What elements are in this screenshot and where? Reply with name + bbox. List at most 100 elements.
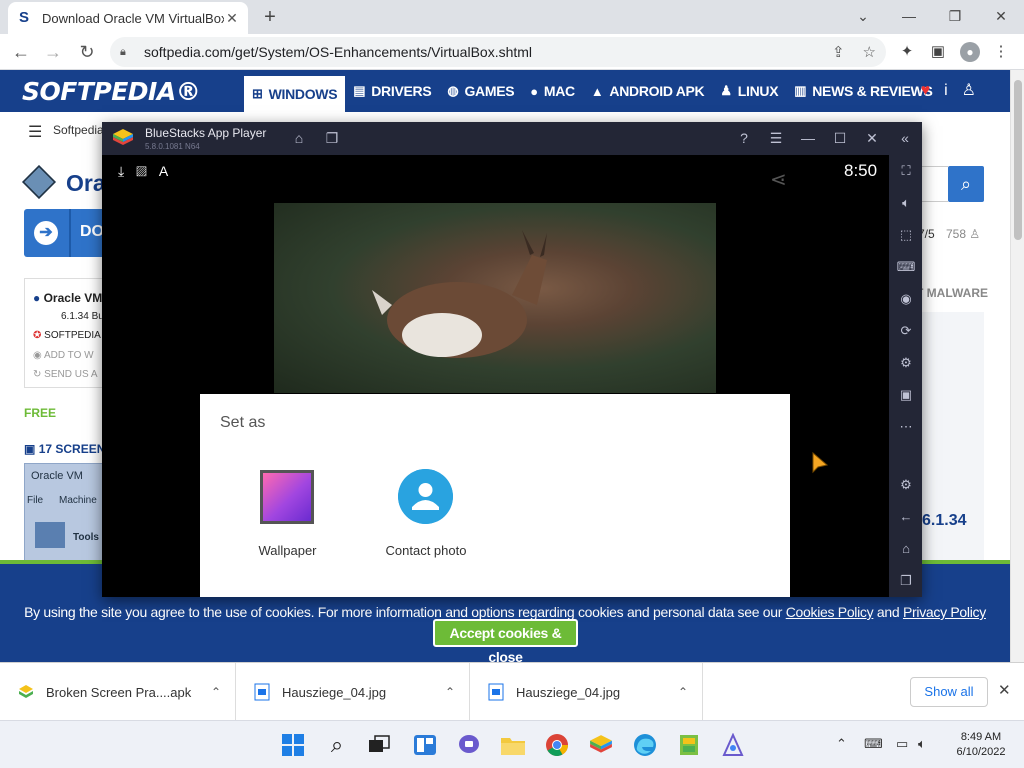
share-icon[interactable]: ⋖ <box>770 167 787 192</box>
back-button[interactable]: ← <box>8 40 34 64</box>
lock-icon[interactable]: 🔒︎ <box>120 46 134 59</box>
app-icon[interactable] <box>717 729 749 761</box>
menu-icon[interactable]: ☰ <box>766 128 786 148</box>
android-screen[interactable]: ⤓▨A ⋖ 8:50 Set as Wallpaper Contact phot… <box>102 155 889 597</box>
dialog-title: Set as <box>220 414 266 431</box>
scrollbar-thumb[interactable] <box>1014 80 1022 240</box>
tab-search-icon[interactable]: ⌄ <box>840 4 886 28</box>
restore-button[interactable]: ❐ <box>932 4 978 28</box>
settings-icon[interactable]: ⚙ <box>896 475 916 495</box>
side-panel-icon[interactable]: ▣ <box>927 42 949 62</box>
apk-icon[interactable]: ▣ <box>896 385 916 405</box>
download-item[interactable]: Hausziege_04.jpg ⌃ <box>236 663 470 721</box>
nav-news[interactable]: ▥ NEWS & REVIEWS <box>786 70 940 112</box>
bs-maximize-icon[interactable]: ☐ <box>830 128 850 148</box>
tab-close-icon[interactable]: ✕ <box>224 10 240 27</box>
multi-instance-icon[interactable]: ❐ <box>322 128 342 148</box>
extensions-icon[interactable]: ✦ <box>896 42 918 62</box>
macro-icon[interactable]: ⚙ <box>896 353 916 373</box>
task-view-icon[interactable] <box>363 729 395 761</box>
accept-cookies-button[interactable]: Accept cookies & close <box>433 619 578 665</box>
pointer-icon[interactable]: ⬚ <box>896 225 916 245</box>
bluestacks-taskbar-icon[interactable] <box>585 729 617 761</box>
file-explorer-icon[interactable] <box>497 729 529 761</box>
browser-tab[interactable]: S Download Oracle VM VirtualBox ✕ <box>8 2 248 34</box>
bluestacks-titlebar[interactable]: BlueStacks App Player 5.8.0.1081 N64 ⌂ ❐… <box>102 122 922 155</box>
bs-minimize-icon[interactable]: — <box>798 128 818 148</box>
keyboard-tray-icon[interactable]: ⌨ <box>864 736 883 752</box>
softpedia-logo[interactable]: SOFTPEDIA® <box>0 77 244 106</box>
back-arrow-icon[interactable]: ← <box>896 507 916 527</box>
more-icon[interactable]: ⋯ <box>896 417 916 437</box>
chrome-icon[interactable] <box>541 729 573 761</box>
show-hidden-icons[interactable]: ⌃ <box>836 736 847 752</box>
screenshot-thumbnail[interactable]: Oracle VM File Machine Tools <box>24 463 114 563</box>
rotate-icon[interactable]: ⟳ <box>896 321 916 341</box>
chevron-up-icon[interactable]: ⌃ <box>445 685 455 699</box>
contact-option-label[interactable]: Contact photo <box>370 543 482 558</box>
nav-drivers[interactable]: ▤ DRIVERS <box>345 70 439 112</box>
omnibox[interactable]: 🔒︎ softpedia.com/get/System/OS-Enhanceme… <box>110 37 886 67</box>
nav-games[interactable]: ◍ GAMES <box>439 70 522 112</box>
search-icon[interactable]: ⌕ <box>321 729 353 761</box>
menu-kebab-icon[interactable]: ⋮ <box>990 42 1012 62</box>
license-free: FREE <box>24 406 57 420</box>
hamburger-menu-icon[interactable]: ☰ <box>28 122 42 142</box>
profile-avatar[interactable]: ● <box>960 42 980 62</box>
edge-icon[interactable] <box>629 729 661 761</box>
url-text[interactable]: softpedia.com/get/System/OS-Enhancements… <box>144 44 814 60</box>
chevron-up-icon[interactable]: ⌃ <box>211 685 221 699</box>
send-update[interactable]: ↻ SEND US A <box>33 369 98 380</box>
nav-windows[interactable]: ⊞ WINDOWS <box>244 76 346 112</box>
system-clock[interactable]: 8:49 AM 6/10/2022 <box>944 730 1018 760</box>
help-icon[interactable]: ? <box>734 128 754 148</box>
download-item[interactable]: Hausziege_04.jpg ⌃ <box>470 663 703 721</box>
close-downloads-icon[interactable]: ✕ <box>998 681 1011 699</box>
nav-linux[interactable]: ♟ LINUX <box>712 70 786 112</box>
heart-icon[interactable]: ♥ <box>921 82 945 99</box>
start-icon[interactable] <box>277 729 309 761</box>
bs-close-icon[interactable]: ✕ <box>862 128 882 148</box>
volume-tray-icon[interactable]: 🔈︎ <box>918 736 926 752</box>
search-input[interactable] <box>918 166 948 202</box>
minimize-button[interactable]: — <box>886 4 932 28</box>
contact-icon[interactable] <box>398 469 453 524</box>
softpedia-navbar: SOFTPEDIA® ⊞ WINDOWS ▤ DRIVERS ◍ GAMES ● MAC… <box>0 70 1010 112</box>
chevron-up-icon[interactable]: ⌃ <box>678 685 688 699</box>
download-button[interactable]: ➔ DO <box>24 209 114 257</box>
wallpaper-icon[interactable] <box>260 470 314 524</box>
close-window-button[interactable]: ✕ <box>978 4 1024 28</box>
keyboard-icon[interactable]: ⌨ <box>896 257 916 277</box>
nav-mac[interactable]: ● MAC <box>522 70 583 112</box>
nav-android[interactable]: ▲ ANDROID APK <box>583 70 713 112</box>
record-icon[interactable]: ◉ <box>896 289 916 309</box>
bookmark-star-icon[interactable]: ☆ <box>863 43 876 61</box>
collapse-sidebar-icon[interactable]: « <box>895 128 915 148</box>
breadcrumb[interactable]: Softpedia <box>53 123 104 137</box>
search-button[interactable]: ⌕ <box>948 166 984 202</box>
show-all-button[interactable]: Show all <box>910 677 988 707</box>
share-icon[interactable]: ⇪ <box>832 43 845 61</box>
reload-button[interactable]: ↻ <box>74 40 100 64</box>
info-icon[interactable]: i <box>944 82 962 99</box>
bluestacks-multi-icon[interactable] <box>673 729 705 761</box>
cookies-policy-link[interactable]: Cookies Policy <box>786 604 874 620</box>
add-to-watchlist[interactable]: ◉ ADD TO W <box>33 350 94 361</box>
page-scrollbar[interactable] <box>1010 70 1024 662</box>
wallpaper-option-label[interactable]: Wallpaper <box>240 543 335 558</box>
volume-icon[interactable]: 🔈︎ <box>896 193 916 213</box>
download-item[interactable]: Broken Screen Pra....apk ⌃ <box>0 663 236 721</box>
user-icon[interactable]: ♙ <box>962 82 990 99</box>
privacy-policy-link[interactable]: Privacy Policy <box>903 604 986 620</box>
network-icon[interactable]: ▭ <box>896 736 908 752</box>
android-home-icon[interactable]: ⌂ <box>896 539 916 559</box>
recent-apps-icon[interactable]: ❐ <box>896 571 916 591</box>
new-tab-button[interactable]: + <box>258 6 282 28</box>
teams-chat-icon[interactable] <box>453 729 485 761</box>
home-icon[interactable]: ⌂ <box>289 128 309 148</box>
widgets-icon[interactable] <box>409 729 441 761</box>
forward-button[interactable]: → <box>40 40 66 64</box>
screenshots-heading[interactable]: ▣ 17 SCREENS <box>24 442 113 456</box>
bluestacks-title: BlueStacks App Player <box>145 126 267 140</box>
fullscreen-icon[interactable]: ⛶ <box>896 161 916 181</box>
